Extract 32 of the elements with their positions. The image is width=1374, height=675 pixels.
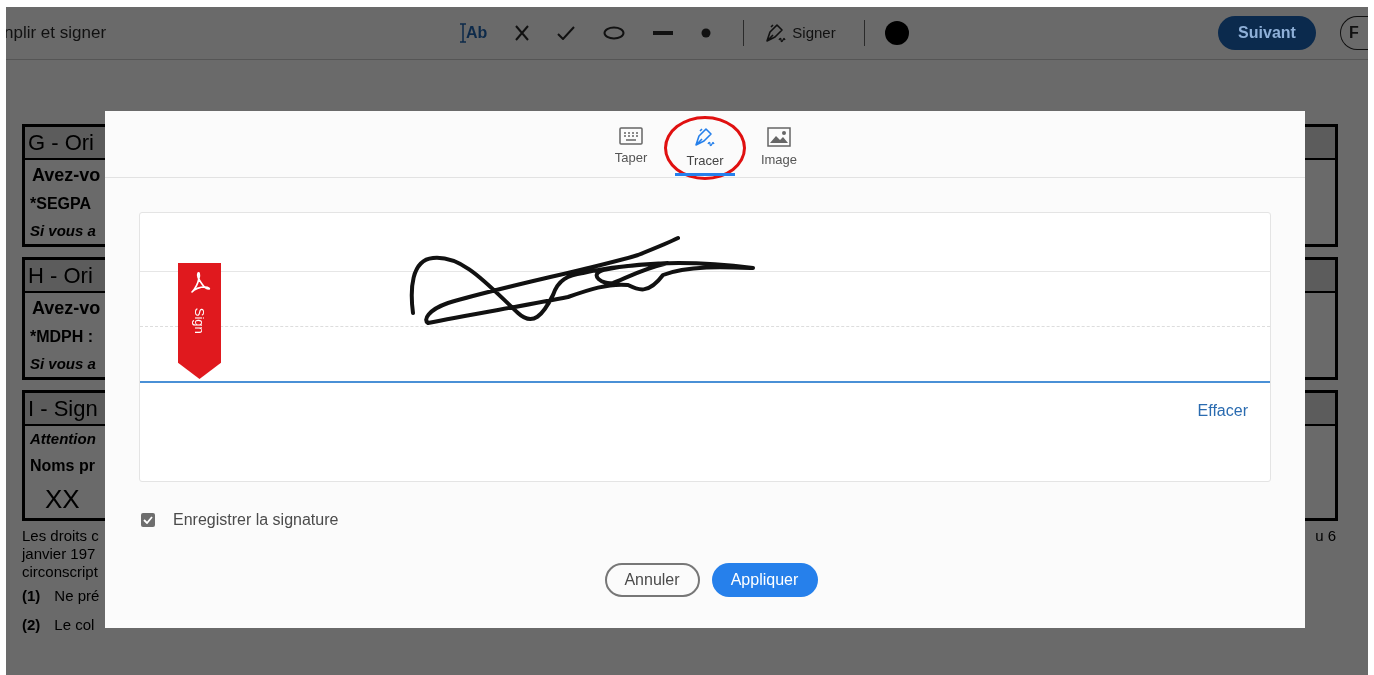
form-text: I - Sign	[28, 395, 98, 423]
footnote-number: (1)	[22, 586, 41, 606]
form-text: Avez-vo	[32, 296, 101, 320]
form-text: G - Ori	[28, 129, 94, 157]
form-text: Avez-vo	[32, 163, 101, 187]
sign-tool-button[interactable]: Signer	[764, 21, 836, 45]
dialog-tab[interactable]: Tracer	[675, 120, 735, 176]
footnote-text: Ne pré	[54, 586, 100, 606]
form-text: *MDPH :	[30, 327, 94, 347]
form-text: H - Ori	[28, 262, 93, 290]
form-text: Si vous a	[30, 220, 96, 241]
signature-pad[interactable]: Effacer Sign	[139, 212, 1271, 482]
save-checkbox-label: Enregistrer la signature	[173, 510, 339, 530]
toolbar-title: nplir et signer	[6, 22, 108, 45]
clear-link[interactable]: Effacer	[1197, 399, 1248, 423]
cancel-button[interactable]: Annuler	[604, 563, 700, 597]
dialog-tab[interactable]: Image	[749, 121, 809, 177]
form-text: Si vous a	[30, 353, 96, 374]
footnote-number: (2)	[22, 614, 41, 635]
dialog-tab[interactable]: Taper	[601, 121, 661, 177]
paragraph-text: Les droits c	[22, 527, 99, 544]
form-text: Noms pr	[30, 456, 95, 476]
paragraph-text: u 6	[1315, 527, 1336, 545]
paragraph-text: janvier 197	[22, 545, 96, 562]
form-text: Attention	[30, 428, 96, 449]
next-button[interactable]: Suivant	[1218, 16, 1316, 50]
apply-button[interactable]: Appliquer	[711, 563, 818, 597]
sign-tag-text: Sign	[191, 307, 209, 334]
footnote-text: Le col	[54, 614, 95, 635]
form-text: XX	[45, 482, 80, 516]
form-text: *SEGPA	[30, 194, 92, 214]
paragraph-text: circonscript	[22, 563, 98, 580]
